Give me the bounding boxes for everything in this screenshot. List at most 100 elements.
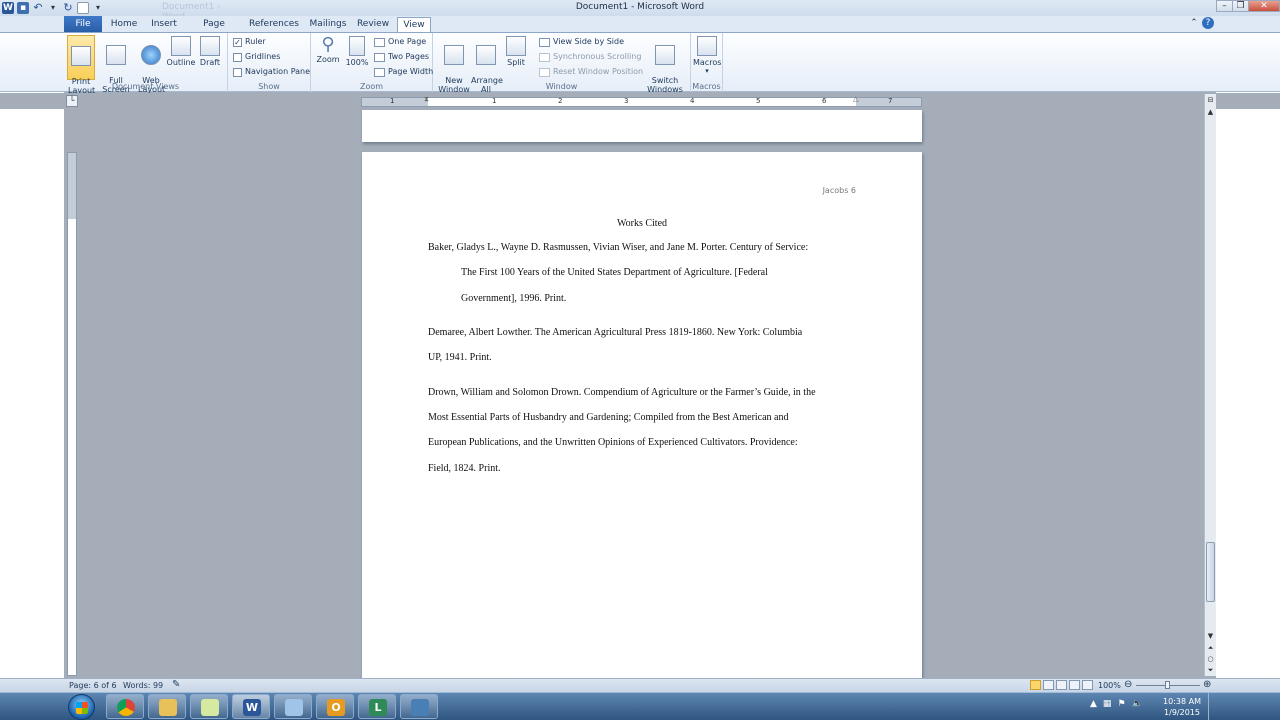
network-icon[interactable]: ▦	[1103, 699, 1112, 709]
sync-scroll-icon	[539, 52, 550, 62]
outline-view-icon[interactable]	[1069, 680, 1080, 690]
next-page-icon[interactable]: ⏷	[1206, 666, 1215, 675]
draft-button[interactable]: Draft	[198, 35, 222, 67]
outline-button[interactable]: Outline	[166, 35, 196, 67]
navigation-pane-checkbox[interactable]: Navigation Pane	[233, 67, 310, 77]
taskbar-clock[interactable]: 10:38 AM 1/9/2015	[1160, 696, 1204, 718]
tab-file[interactable]: File	[64, 16, 102, 32]
tab-home[interactable]: Home	[108, 17, 140, 32]
taskbar-explorer[interactable]	[148, 694, 186, 719]
select-browse-object-icon[interactable]: ○	[1206, 655, 1215, 664]
taskbar-outlook[interactable]: O	[316, 694, 354, 719]
gridlines-checkbox[interactable]: Gridlines	[233, 52, 280, 62]
horizontal-ruler[interactable]: 1 1 2 3 4 5 6 7 ⧗ △	[361, 95, 922, 107]
scroll-down-icon[interactable]: ▼	[1206, 632, 1215, 641]
ribbon-view: Print Layout Full Screen Reading Web Lay…	[0, 32, 1280, 103]
split-icon	[506, 36, 526, 56]
previous-page	[362, 110, 922, 142]
print-layout-button[interactable]: Print Layout	[67, 35, 95, 95]
tab-selector-button[interactable]: └	[66, 95, 78, 107]
citation-line: The First 100 Years of the United States…	[461, 267, 768, 278]
word-icon: W	[243, 699, 261, 716]
tab-review[interactable]: Review	[354, 17, 392, 32]
close-button[interactable]: ✕	[1248, 0, 1280, 12]
vertical-scrollbar[interactable]: ⊟ ▲ ▼ ⏶ ○ ⏷	[1204, 94, 1216, 676]
zoom-in-icon[interactable]: ⊕	[1203, 679, 1211, 690]
zoom-out-icon[interactable]: ⊖	[1124, 679, 1132, 690]
zoom-100-label: 100%	[345, 58, 369, 67]
view-side-by-side-label: View Side by Side	[553, 37, 625, 46]
volume-icon[interactable]: 🔈	[1132, 699, 1143, 709]
tray-expand-icon[interactable]: ▲	[1090, 699, 1097, 709]
print-layout-view-icon[interactable]	[1030, 680, 1041, 690]
help-icon[interactable]: ?	[1202, 17, 1214, 29]
citation-line: Drown, William and Solomon Drown. Compen…	[428, 387, 816, 398]
vertical-ruler[interactable]	[67, 152, 77, 676]
navigation-pane-check-icon	[233, 67, 242, 77]
view-side-by-side-button[interactable]: View Side by Side	[539, 37, 624, 47]
page-count[interactable]: Page: 6 of 6	[69, 681, 117, 690]
two-pages-button[interactable]: Two Pages	[374, 52, 429, 62]
taskbar-chrome[interactable]	[106, 694, 144, 719]
minimize-button[interactable]: –	[1216, 0, 1233, 12]
page-width-button[interactable]: Page Width	[374, 67, 433, 77]
tab-page-layout[interactable]: Page Layout	[188, 17, 240, 43]
ruler-check-icon: ✓	[233, 37, 242, 47]
two-pages-icon	[374, 52, 385, 62]
macros-button[interactable]: Macros ▾	[693, 35, 721, 76]
screen-left-margin	[0, 16, 64, 692]
ruler-row: └ 1 1 2 3 4 5 6 7 ⧗ △	[0, 93, 1280, 109]
previous-page-icon[interactable]: ⏶	[1206, 644, 1215, 653]
tab-insert[interactable]: Insert	[146, 17, 182, 32]
group-label-document-views: Document Views	[111, 82, 180, 91]
outline-icon	[171, 36, 191, 56]
split-button[interactable]: Split	[503, 35, 529, 67]
maximize-button[interactable]: ❐	[1232, 0, 1249, 12]
taskbar-paint[interactable]	[274, 694, 312, 719]
zoom-100-button[interactable]: 100%	[344, 35, 370, 67]
new-window-icon	[444, 45, 464, 65]
reset-position-icon	[539, 67, 550, 77]
zoom-button[interactable]: ⚲ Zoom	[315, 35, 341, 65]
taskbar-app-9[interactable]	[400, 694, 438, 719]
word-count[interactable]: Words: 99	[123, 681, 163, 690]
gridlines-check-icon	[233, 52, 242, 62]
zoom-slider-knob[interactable]	[1165, 681, 1170, 689]
chrome-icon	[117, 699, 135, 716]
synchronous-scrolling-button[interactable]: Synchronous Scrolling	[539, 52, 641, 62]
scroll-up-icon[interactable]: ▲	[1206, 108, 1215, 117]
reset-window-position-button[interactable]: Reset Window Position	[539, 67, 643, 77]
tab-mailings[interactable]: Mailings	[307, 17, 349, 32]
tab-references[interactable]: References	[248, 17, 300, 32]
ruler-number: 1	[492, 97, 497, 105]
tab-view[interactable]: View	[397, 17, 431, 32]
clock-time: 10:38 AM	[1163, 697, 1201, 706]
macros-label: Macros	[693, 58, 722, 67]
taskbar-word[interactable]: W	[232, 694, 270, 719]
right-indent-marker-icon[interactable]: △	[853, 95, 858, 103]
ribbon-tabs: File Home Insert Page Layout References …	[0, 16, 1280, 43]
group-label-show: Show	[258, 82, 280, 91]
zoom-level[interactable]: 100%	[1098, 681, 1121, 690]
taskbar-lync[interactable]: L	[358, 694, 396, 719]
show-desktop-button[interactable]	[1208, 693, 1220, 720]
page-100-icon	[349, 36, 365, 56]
proofing-icon[interactable]: ✎	[172, 679, 180, 690]
taskbar-app-4[interactable]	[190, 694, 228, 719]
ruler-toggle-icon[interactable]: ⊟	[1206, 96, 1215, 105]
one-page-button[interactable]: One Page	[374, 37, 426, 47]
full-screen-view-icon[interactable]	[1043, 680, 1054, 690]
document-page[interactable]: Jacobs 6 Works Cited Baker, Gladys L., W…	[362, 152, 922, 682]
ruler-label: Ruler	[245, 37, 266, 46]
ruler-checkbox[interactable]: ✓ Ruler	[233, 37, 266, 47]
start-button[interactable]	[68, 694, 95, 720]
indent-marker-icon[interactable]: ⧗	[424, 95, 429, 104]
gridlines-label: Gridlines	[245, 52, 281, 61]
draft-view-icon[interactable]	[1082, 680, 1093, 690]
ruler-number: 1	[390, 97, 395, 105]
scrollbar-thumb[interactable]	[1206, 542, 1215, 602]
flag-icon[interactable]: ⚑	[1117, 699, 1125, 709]
web-layout-view-icon[interactable]	[1056, 680, 1067, 690]
title-bar: W ▪ ↶ ▾ ↻ ▾ Document1 - Word Document1 -…	[0, 0, 1280, 22]
minimize-ribbon-icon[interactable]: ⌃	[1188, 17, 1200, 29]
